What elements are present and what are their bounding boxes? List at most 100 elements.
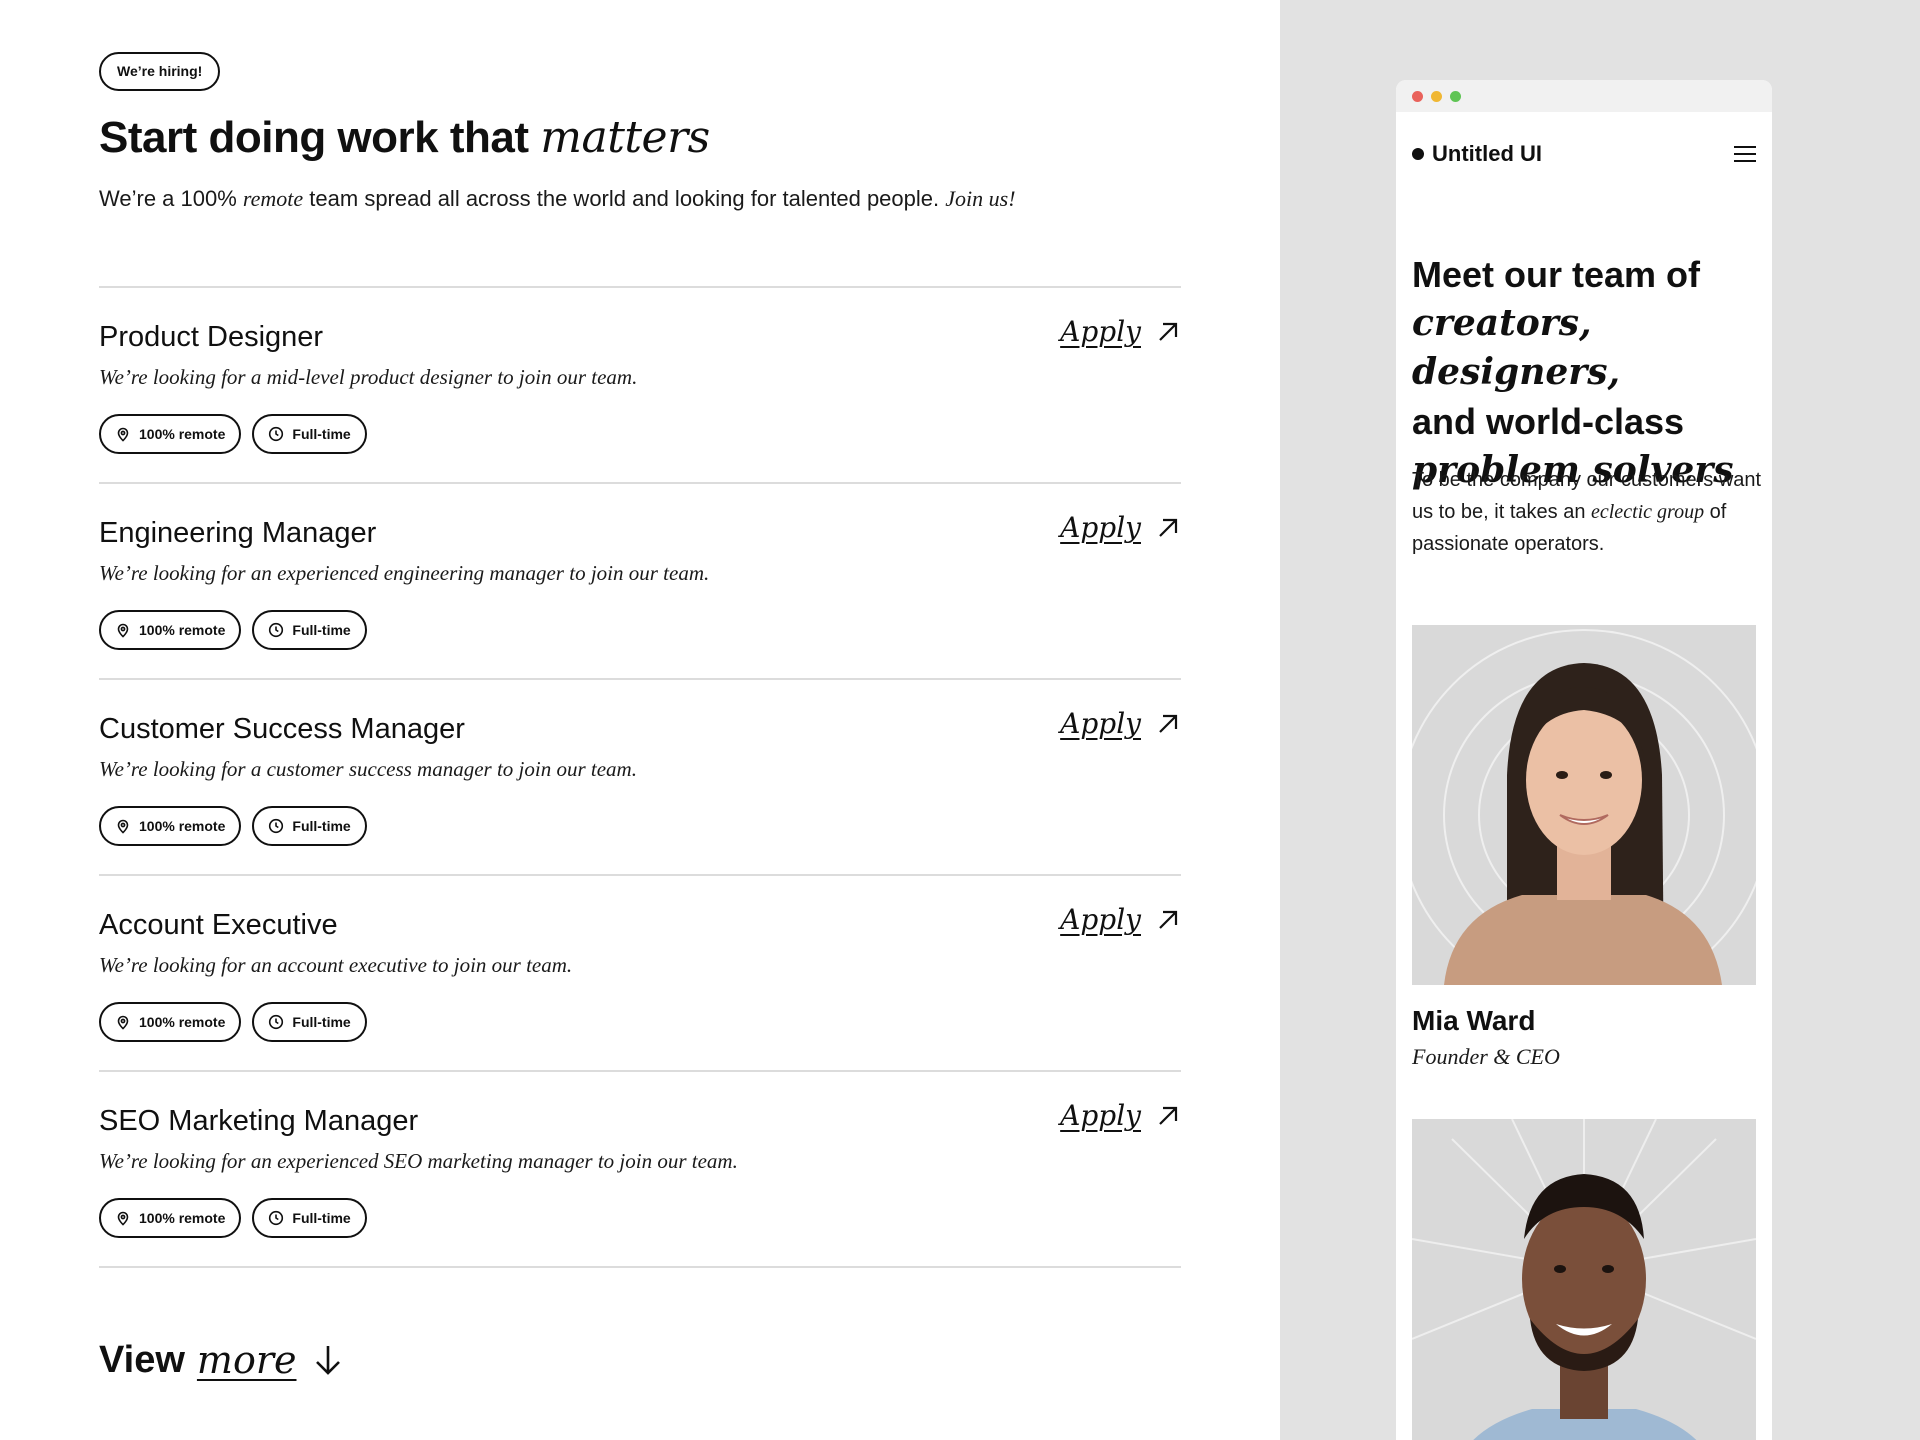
location-tag: 100% remote: [99, 414, 242, 454]
job-title: Product Designer: [99, 321, 324, 353]
job-description: We’re looking for an account executive t…: [99, 953, 573, 977]
logo-mark-icon: [1412, 148, 1424, 160]
team-member-role: Founder & CEO: [1412, 1044, 1560, 1069]
logo-text: Untitled UI: [1432, 141, 1542, 166]
portrait-image: [1412, 625, 1756, 985]
team-intro-emphasis: eclectic group: [1591, 501, 1705, 523]
job-listing: SEO Marketing Manager We’re looking for …: [99, 1072, 1181, 1268]
map-pin-icon: [117, 623, 129, 638]
job-tags: 100% remote Full-time: [99, 1198, 367, 1238]
job-type-tag: Full-time: [252, 806, 367, 846]
mobile-preview-panel: Untitled UI Meet our team of creators, d…: [1280, 0, 1920, 1440]
job-description: We’re looking for an experienced enginee…: [99, 561, 710, 585]
team-headline-line: and world-class: [1412, 401, 1685, 442]
view-more-emphasis[interactable]: more: [197, 1336, 297, 1384]
job-title: Engineering Manager: [99, 517, 377, 549]
location-tag-label: 100% remote: [139, 1210, 226, 1226]
job-list: Product Designer We’re looking for a mid…: [99, 286, 1181, 1268]
arrow-up-right-icon: [1159, 518, 1178, 537]
logo[interactable]: Untitled UI: [1412, 141, 1542, 167]
job-type-tag-label: Full-time: [292, 426, 351, 442]
job-type-tag: Full-time: [252, 1002, 367, 1042]
job-listing: Customer Success Manager We’re looking f…: [99, 680, 1181, 876]
hamburger-menu-icon[interactable]: [1734, 146, 1756, 162]
arrow-up-right-icon: [1159, 714, 1178, 733]
job-listing: Account Executive We’re looking for an a…: [99, 876, 1181, 1072]
job-title: Account Executive: [99, 909, 338, 941]
team-intro: To be the company our customers want us …: [1412, 464, 1762, 560]
clock-icon: [269, 1210, 284, 1226]
job-type-tag-label: Full-time: [292, 1210, 351, 1226]
location-tag-label: 100% remote: [139, 426, 226, 442]
apply-label[interactable]: Apply: [1060, 706, 1141, 742]
job-tags: 100% remote Full-time: [99, 1002, 367, 1042]
careers-section: We’re hiring! Start doing work that matt…: [0, 0, 1280, 1440]
window-chrome: [1396, 80, 1772, 112]
apply-label[interactable]: Apply: [1060, 1098, 1141, 1134]
job-title: SEO Marketing Manager: [99, 1105, 419, 1137]
subtitle-emphasis: remote: [242, 186, 304, 211]
apply-link[interactable]: Apply: [1060, 902, 1181, 938]
team-headline: Meet our team of creators, designers, an…: [1412, 250, 1762, 495]
arrow-up-right-icon: [1159, 322, 1178, 341]
subtitle-join-us: Join us!: [945, 186, 1016, 211]
window-minimize-dot[interactable]: [1431, 90, 1442, 102]
apply-label[interactable]: Apply: [1060, 510, 1141, 546]
clock-icon: [269, 818, 284, 834]
job-listing: Product Designer We’re looking for a mid…: [99, 288, 1181, 484]
team-member-photo: [1412, 1119, 1756, 1440]
apply-label[interactable]: Apply: [1060, 314, 1141, 350]
map-pin-icon: [117, 1015, 129, 1030]
map-pin-icon: [117, 427, 129, 442]
apply-link[interactable]: Apply: [1060, 314, 1181, 350]
clock-icon: [269, 1014, 284, 1030]
page-title-plain: Start doing work that: [99, 113, 541, 162]
map-pin-icon: [117, 1211, 129, 1226]
arrow-up-right-icon: [1159, 910, 1178, 929]
location-tag: 100% remote: [99, 1198, 242, 1238]
portrait-image: [1412, 1119, 1756, 1440]
mobile-nav: Untitled UI: [1412, 134, 1756, 174]
apply-link[interactable]: Apply: [1060, 510, 1181, 546]
page-subtitle: We’re a 100% remote team spread all acro…: [99, 184, 1016, 214]
apply-link[interactable]: Apply: [1060, 706, 1181, 742]
team-member-photo: [1412, 625, 1756, 985]
view-more-link[interactable]: View more: [99, 1336, 347, 1384]
job-type-tag-label: Full-time: [292, 818, 351, 834]
page-title-emphasis: matters: [540, 112, 710, 163]
map-pin-icon: [117, 819, 129, 834]
job-type-tag-label: Full-time: [292, 1014, 351, 1030]
job-description: We’re looking for an experienced SEO mar…: [99, 1149, 738, 1173]
clock-icon: [269, 622, 284, 638]
window-maximize-dot[interactable]: [1450, 90, 1461, 102]
job-tags: 100% remote Full-time: [99, 610, 367, 650]
location-tag: 100% remote: [99, 610, 242, 650]
window-close-dot[interactable]: [1412, 90, 1423, 102]
apply-label[interactable]: Apply: [1060, 902, 1141, 938]
job-title: Customer Success Manager: [99, 713, 465, 745]
mobile-browser-window: Untitled UI Meet our team of creators, d…: [1396, 80, 1772, 1440]
view-more-label[interactable]: View: [99, 1336, 185, 1384]
location-tag-label: 100% remote: [139, 1014, 226, 1030]
job-description: We’re looking for a customer success man…: [99, 757, 637, 781]
arrow-down-icon: [315, 1346, 340, 1375]
clock-icon: [269, 426, 284, 442]
job-description: We’re looking for a mid-level product de…: [99, 365, 638, 389]
team-headline-line: Meet our team of: [1412, 254, 1701, 295]
page-title: Start doing work that matters: [99, 110, 710, 166]
job-tags: 100% remote Full-time: [99, 414, 367, 454]
team-member-name: Mia Ward: [1412, 1005, 1536, 1036]
job-type-tag: Full-time: [252, 414, 367, 454]
hiring-badge: We’re hiring!: [99, 52, 221, 91]
location-tag: 100% remote: [99, 1002, 242, 1042]
location-tag-label: 100% remote: [139, 622, 226, 638]
job-listing: Engineering Manager We’re looking for an…: [99, 484, 1181, 680]
subtitle-part: We’re a 100%: [99, 186, 243, 211]
arrow-up-right-icon: [1159, 1106, 1178, 1125]
job-type-tag: Full-time: [252, 1198, 367, 1238]
job-type-tag: Full-time: [252, 610, 367, 650]
team-headline-emphasis: creators, designers,: [1412, 302, 1621, 393]
location-tag-label: 100% remote: [139, 818, 226, 834]
apply-link[interactable]: Apply: [1060, 1098, 1181, 1134]
location-tag: 100% remote: [99, 806, 242, 846]
